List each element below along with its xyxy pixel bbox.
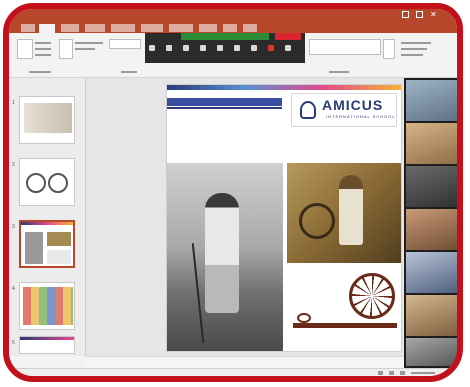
meeting-toolbar — [145, 33, 305, 63]
participant-video[interactable] — [406, 295, 457, 336]
app-icon[interactable] — [234, 378, 242, 382]
participant-video[interactable] — [406, 209, 457, 250]
school-emblem-icon — [300, 101, 316, 119]
participants-icon[interactable] — [183, 45, 189, 51]
slide-thumbnail[interactable] — [19, 96, 75, 144]
speaker-notes-field[interactable] — [86, 356, 404, 368]
new-slide-button[interactable] — [59, 39, 73, 59]
tab-animations[interactable] — [141, 24, 163, 32]
tab-help[interactable] — [243, 24, 257, 32]
sharing-banner — [181, 33, 269, 40]
app-icon[interactable] — [249, 378, 257, 382]
slide-canvas: AMICUS INTERNATIONAL SCHOOL — [86, 78, 404, 356]
powerpoint-icon[interactable] — [189, 378, 197, 382]
windows-taskbar — [9, 376, 457, 382]
maximize-icon[interactable] — [416, 11, 423, 18]
arrange-button[interactable] — [383, 39, 395, 59]
participant-gallery — [404, 78, 457, 368]
remote-control-icon[interactable] — [251, 45, 257, 51]
shapes-gallery[interactable] — [309, 39, 381, 55]
ribbon-tab-bar — [9, 23, 457, 33]
tab-design[interactable] — [85, 24, 105, 32]
tab-file[interactable] — [21, 24, 35, 32]
paste-button[interactable] — [17, 39, 33, 59]
reading-view-icon[interactable] — [400, 371, 405, 375]
pause-share-icon[interactable] — [217, 45, 223, 51]
participant-video[interactable] — [406, 166, 457, 207]
task-view-icon[interactable] — [144, 378, 152, 382]
tab-transitions[interactable] — [111, 24, 135, 32]
meeting-controls — [149, 45, 291, 51]
new-share-icon[interactable] — [200, 45, 206, 51]
edge-icon[interactable] — [159, 378, 167, 382]
participant-video[interactable] — [406, 252, 457, 293]
view-controls — [378, 369, 435, 375]
slide-title — [167, 98, 282, 106]
slide-thumbnail-pane: 1 2 3 4 5 — [9, 78, 86, 356]
slide-thumbnail[interactable] — [19, 282, 75, 330]
title-bar: ✕ — [9, 9, 457, 23]
window-controls: ✕ — [402, 11, 437, 19]
slide-color-strip — [167, 85, 401, 90]
slide-thumbnail[interactable] — [19, 336, 75, 354]
taskbar-search-input[interactable] — [17, 378, 97, 382]
normal-view-icon[interactable] — [378, 371, 383, 375]
gandhi-spinning-photo — [287, 163, 401, 263]
more-icon[interactable] — [285, 45, 291, 51]
windows-start-icon[interactable] — [129, 378, 137, 382]
video-icon[interactable] — [166, 45, 172, 51]
slide-thumbnail-selected[interactable] — [19, 220, 75, 268]
current-slide[interactable]: AMICUS INTERNATIONAL SCHOOL — [166, 84, 402, 352]
annotate-icon[interactable] — [234, 45, 240, 51]
slide-sorter-icon[interactable] — [389, 371, 394, 375]
file-explorer-icon[interactable] — [174, 378, 182, 382]
zoom-icon[interactable] — [204, 378, 212, 382]
school-logo: AMICUS INTERNATIONAL SCHOOL — [291, 93, 397, 127]
minimize-icon[interactable] — [402, 11, 409, 18]
tab-review[interactable] — [199, 24, 217, 32]
charkha-illustration — [287, 265, 401, 351]
tab-insert[interactable] — [61, 24, 79, 32]
tab-view[interactable] — [223, 24, 237, 32]
chrome-icon[interactable] — [219, 378, 227, 382]
participant-video[interactable] — [406, 123, 457, 164]
close-icon[interactable]: ✕ — [430, 11, 437, 19]
font-name-select[interactable] — [109, 39, 141, 49]
tab-slide-show[interactable] — [169, 24, 193, 32]
stop-share-button[interactable] — [275, 33, 301, 40]
screenshot-frame: ✕ 1 2 3 4 5 AMICUS INTERNATIONAL SCHOOL — [3, 3, 463, 382]
gandhi-walking-photo — [167, 163, 283, 351]
zoom-slider[interactable] — [411, 372, 435, 374]
participant-video[interactable] — [406, 338, 457, 366]
participant-video[interactable] — [406, 80, 457, 121]
mute-icon[interactable] — [149, 45, 155, 51]
tab-home[interactable] — [39, 24, 55, 33]
taskbar-apps — [129, 378, 257, 382]
record-icon[interactable] — [268, 45, 274, 51]
slide-thumbnail[interactable] — [19, 158, 75, 206]
